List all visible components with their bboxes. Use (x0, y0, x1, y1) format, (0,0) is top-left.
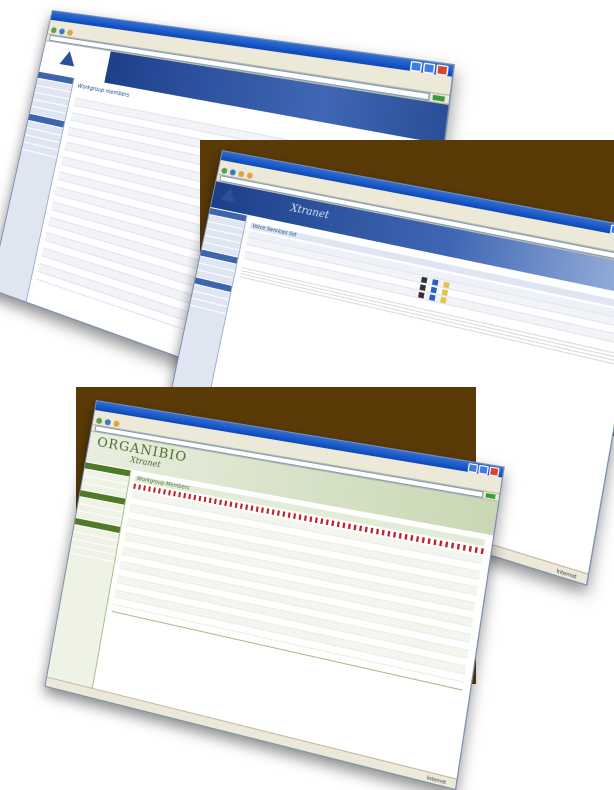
search-icon[interactable] (237, 170, 245, 178)
document-icon[interactable] (419, 283, 427, 291)
document-icon[interactable] (418, 291, 425, 298)
status-bar: Internet (45, 676, 457, 789)
banner-title: Xtranet (289, 202, 330, 222)
xtranet-logo-icon (220, 185, 239, 203)
status-zone-text: Internet (556, 567, 578, 580)
folder-icon[interactable] (440, 296, 447, 303)
minimize-button[interactable] (609, 223, 614, 235)
back-icon[interactable] (221, 166, 228, 174)
search-icon[interactable] (113, 419, 121, 427)
maximize-button[interactable] (422, 61, 436, 74)
back-icon[interactable] (95, 416, 103, 424)
minimize-button[interactable] (409, 60, 423, 72)
go-button[interactable] (432, 94, 445, 102)
folder-icon[interactable] (443, 281, 450, 288)
forward-icon[interactable] (229, 168, 237, 176)
home-icon[interactable] (66, 28, 74, 36)
xtranet-logo-icon (59, 49, 78, 67)
forward-icon[interactable] (104, 418, 112, 426)
close-button[interactable] (488, 465, 500, 477)
favorites-icon[interactable] (246, 171, 254, 179)
document-icon[interactable] (421, 276, 428, 283)
minimize-button[interactable] (467, 462, 479, 473)
maximize-button[interactable] (478, 464, 490, 475)
forward-icon[interactable] (58, 27, 66, 35)
info-icon[interactable] (429, 293, 436, 301)
status-zone-text: Internet (426, 774, 447, 785)
folder-icon[interactable] (441, 288, 449, 296)
info-icon[interactable] (432, 278, 439, 286)
close-button[interactable] (435, 63, 449, 76)
info-icon[interactable] (430, 286, 438, 293)
screenshot-front-organibio: ORGANIBIO Xtranet Workgroup Members Inte… (44, 400, 505, 790)
back-icon[interactable] (50, 26, 58, 34)
go-button[interactable] (485, 493, 496, 500)
